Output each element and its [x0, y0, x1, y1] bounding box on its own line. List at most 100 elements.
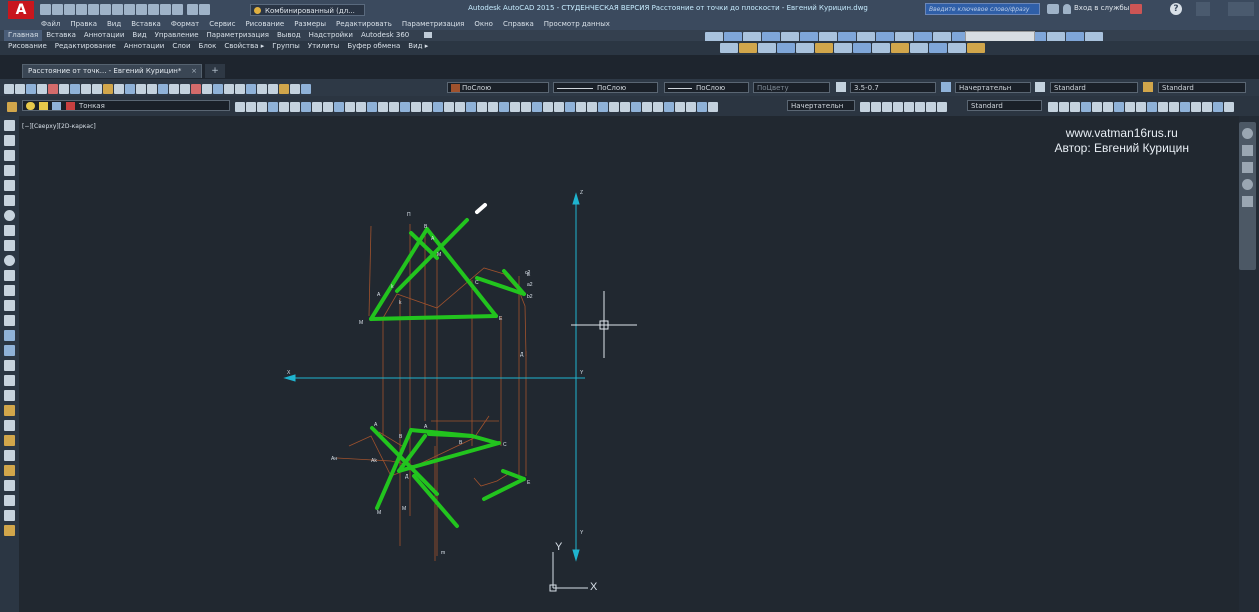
- tool-icon[interactable]: [800, 32, 818, 41]
- panel-groups[interactable]: Группы: [268, 41, 304, 52]
- copy-tool-icon[interactable]: [4, 465, 15, 476]
- tool-icon[interactable]: [147, 84, 157, 94]
- tool-icon[interactable]: [708, 102, 718, 112]
- layer-manager-icon[interactable]: [7, 102, 17, 112]
- tool-icon[interactable]: [1059, 102, 1069, 112]
- tool-icon[interactable]: [81, 84, 91, 94]
- save-icon[interactable]: [64, 4, 75, 15]
- tool-icon[interactable]: [290, 102, 300, 112]
- ellipse-arc-tool-icon[interactable]: [4, 270, 15, 281]
- tool-icon[interactable]: [762, 32, 780, 41]
- tool-icon[interactable]: [543, 102, 553, 112]
- tool-icon[interactable]: [860, 102, 870, 112]
- signin-label[interactable]: Вход в службы: [1074, 4, 1129, 12]
- tool-icon[interactable]: [169, 84, 179, 94]
- rectangle-tool-icon[interactable]: [4, 180, 15, 191]
- hatch-tool-icon[interactable]: [4, 330, 15, 341]
- array-tool-icon[interactable]: [4, 510, 15, 521]
- menu-item-format[interactable]: Формат: [166, 19, 204, 30]
- tool-icon[interactable]: [37, 84, 47, 94]
- tool-icon[interactable]: [743, 32, 761, 41]
- add-selected-tool-icon[interactable]: [4, 405, 15, 416]
- tool-icon[interactable]: [433, 102, 443, 112]
- tool-icon[interactable]: [235, 84, 245, 94]
- tool-icon[interactable]: [367, 102, 377, 112]
- doc-tab[interactable]: Расстояние от точк... - Евгений Курицин*…: [22, 64, 202, 78]
- tool-icon[interactable]: [834, 43, 852, 53]
- point-tool-icon[interactable]: [4, 315, 15, 326]
- tool-icon[interactable]: [933, 32, 951, 41]
- tool-icon[interactable]: [15, 84, 25, 94]
- help-icon[interactable]: ?: [1170, 3, 1182, 15]
- tool-icon[interactable]: [114, 84, 124, 94]
- cloud-icon[interactable]: [160, 4, 171, 15]
- layer-icon[interactable]: [148, 4, 159, 15]
- pan-icon[interactable]: [1242, 145, 1253, 156]
- tool-icon[interactable]: [268, 102, 278, 112]
- tab-annotate[interactable]: Аннотации: [80, 30, 128, 41]
- menu-item-view[interactable]: Вид: [102, 19, 126, 30]
- tool-icon[interactable]: [1047, 32, 1065, 41]
- panel-properties[interactable]: Свойства ▸: [220, 41, 268, 52]
- tool-icon[interactable]: [1125, 102, 1135, 112]
- tab-parametric[interactable]: Параметризация: [203, 30, 273, 41]
- tool-icon[interactable]: [1085, 32, 1103, 41]
- tool-icon[interactable]: [103, 84, 113, 94]
- make-block-tool-icon[interactable]: [4, 300, 15, 311]
- showmotion-icon[interactable]: [1242, 196, 1253, 207]
- tool-icon[interactable]: [125, 84, 135, 94]
- tool-icon[interactable]: [345, 102, 355, 112]
- new-tab-button[interactable]: +: [205, 64, 225, 78]
- tool-icon[interactable]: [926, 102, 936, 112]
- tool-icon[interactable]: [1136, 102, 1146, 112]
- undo-icon[interactable]: [112, 4, 123, 15]
- menu-item-file[interactable]: Файл: [36, 19, 65, 30]
- tool-icon[interactable]: [510, 102, 520, 112]
- tool-icon[interactable]: [1114, 102, 1124, 112]
- mtext-tool-icon[interactable]: [4, 390, 15, 401]
- color-select[interactable]: ПоСлою: [447, 82, 549, 93]
- doc-tab-close-icon[interactable]: ×: [191, 65, 197, 78]
- tool-icon[interactable]: [235, 102, 245, 112]
- tool-icon[interactable]: [739, 43, 757, 53]
- circle-tool-icon[interactable]: [4, 210, 15, 221]
- tool-icon[interactable]: [720, 43, 738, 53]
- table-style-select[interactable]: Standard: [1158, 82, 1246, 93]
- layer-select[interactable]: Тонкая: [22, 100, 230, 111]
- tool-icon[interactable]: [48, 84, 58, 94]
- menu-item-draw[interactable]: Рисование: [240, 19, 289, 30]
- tool-icon[interactable]: [268, 84, 278, 94]
- text-style-icon[interactable]: [836, 82, 846, 92]
- tool-icon[interactable]: [642, 102, 652, 112]
- mleader-icon[interactable]: [1143, 82, 1153, 92]
- tool-icon[interactable]: [279, 102, 289, 112]
- tab-insert[interactable]: Вставка: [42, 30, 80, 41]
- tool-icon[interactable]: [4, 84, 14, 94]
- tool-icon[interactable]: [882, 102, 892, 112]
- xline-tool-icon[interactable]: [4, 135, 15, 146]
- tool-icon[interactable]: [389, 102, 399, 112]
- tool-icon[interactable]: [1081, 102, 1091, 112]
- tool-icon[interactable]: [257, 102, 267, 112]
- tool-icon[interactable]: [1147, 102, 1157, 112]
- lineweight-select[interactable]: ПоСлою: [664, 82, 749, 93]
- panel-view[interactable]: Вид ▸: [404, 41, 432, 52]
- tool-icon[interactable]: [893, 102, 903, 112]
- zoom-icon[interactable]: [1242, 162, 1253, 173]
- panel-utilities[interactable]: Утилиты: [304, 41, 344, 52]
- tool-icon[interactable]: [224, 84, 234, 94]
- spline-tool-icon[interactable]: [4, 240, 15, 251]
- tool-icon[interactable]: [1202, 102, 1212, 112]
- tool-icon[interactable]: [246, 84, 256, 94]
- mirror-tool-icon[interactable]: [4, 480, 15, 491]
- tab-addins[interactable]: Надстройки: [305, 30, 357, 41]
- ellipse-tool-icon[interactable]: [4, 255, 15, 266]
- tool-icon[interactable]: [444, 102, 454, 112]
- tool-icon[interactable]: [937, 102, 947, 112]
- mleader-style-select[interactable]: Standard: [967, 100, 1042, 111]
- tool-icon[interactable]: [576, 102, 586, 112]
- tool-icon[interactable]: [532, 102, 542, 112]
- exchange-icon[interactable]: [1130, 4, 1142, 14]
- plotstyle-select[interactable]: ПоЦвету: [753, 82, 830, 93]
- tool-icon[interactable]: [466, 102, 476, 112]
